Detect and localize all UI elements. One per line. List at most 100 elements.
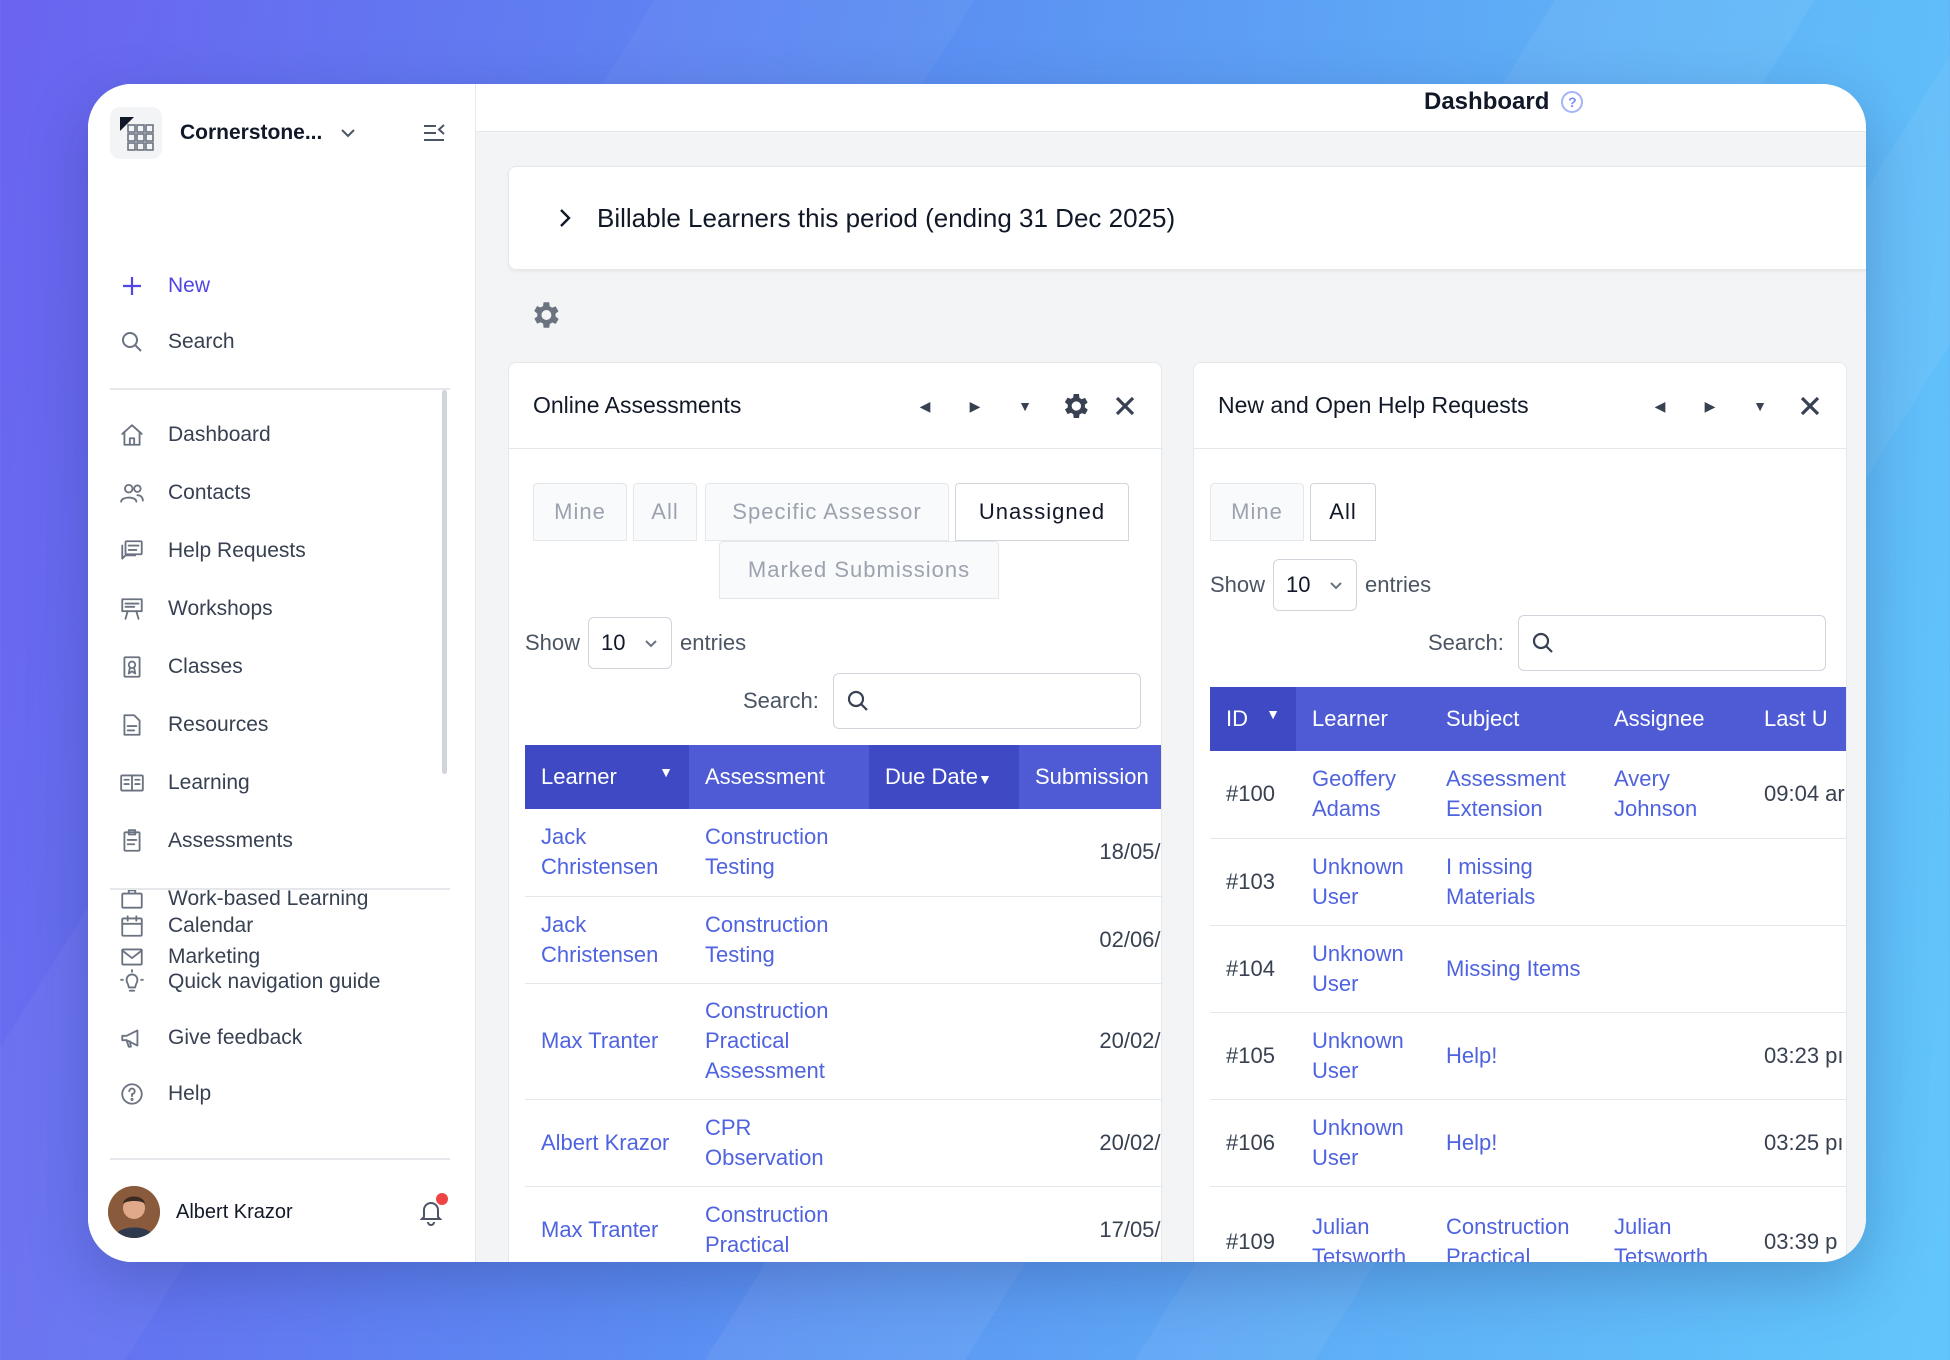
table-row[interactable]: Jack Christensen Construction Testing 18… [525,809,1161,897]
sidebar-item-resources[interactable]: Resources [118,696,438,754]
column-header-last-updated[interactable]: Last U [1748,687,1846,751]
learner-link[interactable]: Max Tranter [525,1186,689,1262]
subject-link[interactable]: Assessment Extension [1430,751,1598,839]
learner-link[interactable]: Julian Tetsworth [1296,1186,1430,1262]
assessment-link[interactable]: CPR Observation [689,1099,869,1187]
learner-link[interactable]: Unknown User [1296,925,1430,1013]
chevron-down-icon [341,129,356,138]
close-icon[interactable] [1109,390,1141,422]
subject-link[interactable]: I missing Materials [1430,838,1598,926]
move-right-icon[interactable]: ▶ [1694,390,1726,422]
assessment-link[interactable]: Construction Testing [689,809,869,897]
learner-link[interactable]: Jack Christensen [525,809,689,897]
collapse-down-icon[interactable]: ▼ [1744,390,1776,422]
column-header-learner[interactable]: Learner [1296,687,1430,751]
learner-link[interactable]: Unknown User [1296,838,1430,926]
move-left-icon[interactable]: ◀ [1644,390,1676,422]
column-header-assessment[interactable]: Assessment [689,745,869,809]
search-input[interactable] [832,673,1141,729]
column-header-due-date[interactable]: Due Date▼ [869,745,1019,809]
assignee-link[interactable] [1598,1099,1748,1187]
table-row[interactable]: Jack Christensen Construction Testing 02… [525,896,1161,984]
chevron-right-icon [560,209,571,227]
tab-mine[interactable]: Mine [1210,483,1304,541]
column-label: Last U [1764,706,1828,731]
sidebar-item-label: Help Requests [168,539,306,562]
sidebar-item-learning[interactable]: Learning [118,754,438,812]
sidebar-item-quick-navigation-guide[interactable]: Quick navigation guide [118,954,438,1010]
column-header-learner[interactable]: Learner ▼ [525,745,689,809]
due-date-cell [869,809,1019,897]
sidebar-scrollbar[interactable] [442,390,447,774]
subject-link[interactable]: Help! [1430,1012,1598,1100]
table-row[interactable]: #103 Unknown User I missing Materials [1210,838,1846,926]
assignee-link[interactable] [1598,838,1748,926]
assignee-link[interactable]: Julian Tetsworth [1598,1186,1748,1262]
notifications-button[interactable] [416,1193,448,1227]
sidebar-item-give-feedback[interactable]: Give feedback [118,1010,438,1066]
assignee-link[interactable] [1598,925,1748,1013]
learner-link[interactable]: Unknown User [1296,1012,1430,1100]
sidebar-item-calendar[interactable]: Calendar [118,898,438,954]
table-row[interactable]: Albert Krazor CPR Observation 20/02/20 [525,1099,1161,1187]
sidebar-item-classes[interactable]: Classes [118,638,438,696]
sidebar-item-label: Workshops [168,597,273,620]
search-input[interactable] [1517,615,1826,671]
id-cell: #104 [1210,925,1296,1013]
gear-icon[interactable] [528,298,562,332]
new-button[interactable]: New [118,264,438,308]
table-row[interactable]: #104 Unknown User Missing Items [1210,925,1846,1013]
user-profile[interactable]: Albert Krazor [108,1184,458,1240]
tab-specific-assessor[interactable]: Specific Assessor [705,483,949,541]
sidebar-item-help-requests[interactable]: Help Requests [118,522,438,580]
assignee-link[interactable]: Avery Johnson [1598,751,1748,839]
tab-mine[interactable]: Mine [533,483,627,541]
avatar[interactable] [108,1186,160,1238]
move-right-icon[interactable]: ▶ [959,390,991,422]
learner-link[interactable]: Geoffery Adams [1296,751,1430,839]
tab-marked-submissions[interactable]: Marked Submissions [719,541,999,599]
move-left-icon[interactable]: ◀ [909,390,941,422]
sidebar-item-help[interactable]: Help [118,1066,438,1122]
assignee-link[interactable] [1598,1012,1748,1100]
tab-all[interactable]: All [1310,483,1376,541]
column-header-assignee[interactable]: Assignee [1598,687,1748,751]
assessment-link[interactable]: Construction Practical [689,1186,869,1262]
tab-all[interactable]: All [633,483,697,541]
sidebar-item-assessments[interactable]: Assessments [118,812,438,870]
table-row[interactable]: Max Tranter Construction Practical 17/05… [525,1186,1161,1262]
column-header-submission[interactable]: Submission [1019,745,1161,809]
collapse-down-icon[interactable]: ▼ [1009,390,1041,422]
page-length-select[interactable]: 10 [588,617,673,669]
page-length-select[interactable]: 10 [1273,559,1358,611]
column-header-subject[interactable]: Subject [1430,687,1598,751]
learner-link[interactable]: Unknown User [1296,1099,1430,1187]
billable-learners-panel[interactable]: Billable Learners this period (ending 31… [508,166,1866,270]
subject-link[interactable]: Construction Practical [1430,1186,1598,1262]
document-icon [118,711,146,739]
table-row[interactable]: #106 Unknown User Help! 03:25 pı [1210,1099,1846,1187]
search-button[interactable]: Search [118,320,438,364]
sidebar-item-workshops[interactable]: Workshops [118,580,438,638]
table-row[interactable]: #109 Julian Tetsworth Construction Pract… [1210,1186,1846,1262]
assessment-link[interactable]: Construction Practical Assessment [689,983,869,1100]
sidebar-item-contacts[interactable]: Contacts [118,464,438,522]
learner-link[interactable]: Jack Christensen [525,896,689,984]
table-row[interactable]: Max Tranter Construction Practical Asses… [525,983,1161,1100]
table-row[interactable]: #105 Unknown User Help! 03:23 pı [1210,1012,1846,1100]
show-label: Show [1210,572,1266,597]
column-header-id[interactable]: ID ▼ [1210,687,1296,751]
learner-link[interactable]: Max Tranter [525,983,689,1100]
subject-link[interactable]: Help! [1430,1099,1598,1187]
help-icon[interactable]: ? [1561,91,1584,113]
collapse-sidebar-icon[interactable] [420,118,450,148]
assessment-link[interactable]: Construction Testing [689,896,869,984]
subject-link[interactable]: Missing Items [1430,925,1598,1013]
gear-icon[interactable] [1059,390,1091,422]
brand-switcher[interactable]: Cornerstone... [110,104,450,162]
sidebar-item-dashboard[interactable]: Dashboard [118,406,438,464]
table-row[interactable]: #100 Geoffery Adams Assessment Extension… [1210,751,1846,839]
tab-unassigned[interactable]: Unassigned [955,483,1129,541]
close-icon[interactable] [1794,390,1826,422]
learner-link[interactable]: Albert Krazor [525,1099,689,1187]
